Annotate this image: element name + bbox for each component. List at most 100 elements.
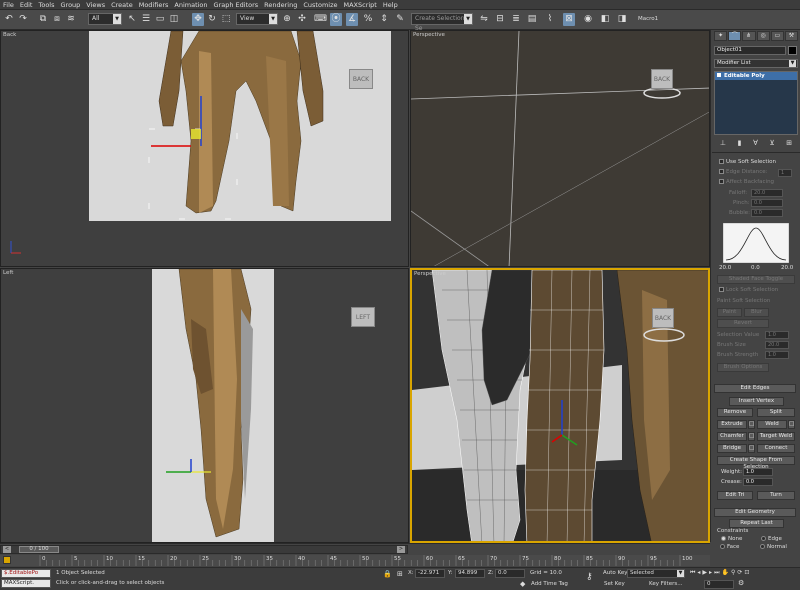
- render-frame-icon[interactable]: ◨: [616, 13, 628, 26]
- shaded-face-toggle-button[interactable]: Shaded Face Toggle: [717, 275, 795, 284]
- menu-tools[interactable]: Tools: [35, 0, 57, 10]
- viewport-label[interactable]: Back: [3, 32, 16, 38]
- menu-customize[interactable]: Customize: [300, 0, 340, 10]
- extrude-button[interactable]: Extrude: [717, 420, 747, 429]
- viewport-left[interactable]: Left LEFT: [0, 268, 409, 543]
- maxscript-output[interactable]: MAXScript.: [1, 579, 51, 588]
- unlink-icon[interactable]: ⧈: [51, 13, 63, 26]
- viewport-label[interactable]: Left: [3, 270, 13, 276]
- lock-soft-selection-checkbox[interactable]: Lock Soft Selection: [719, 287, 778, 293]
- brush-strength-spinner[interactable]: 1.0: [765, 351, 789, 359]
- set-key-button[interactable]: Set Key: [604, 581, 625, 587]
- lock-selection-icon[interactable]: 🔒: [383, 570, 392, 578]
- menu-file[interactable]: File: [0, 0, 17, 10]
- select-by-name-icon[interactable]: ☰: [140, 13, 152, 26]
- utilities-tab-icon[interactable]: ⚒: [784, 31, 799, 41]
- menu-animation[interactable]: Animation: [171, 0, 210, 10]
- rectangular-selection-icon[interactable]: ▭: [154, 13, 166, 26]
- previous-frame-icon[interactable]: ◂: [697, 569, 700, 578]
- pan-icon[interactable]: ✋: [721, 569, 728, 578]
- use-soft-selection-checkbox[interactable]: Use Soft Selection: [719, 159, 776, 165]
- menu-help[interactable]: Help: [380, 0, 401, 10]
- align-icon[interactable]: ⊟: [494, 13, 506, 26]
- reference-coordinate-dropdown[interactable]: View ▼: [236, 13, 278, 25]
- viewport-back[interactable]: Back BACK: [0, 30, 409, 267]
- add-time-tag-button[interactable]: Add Time Tag: [531, 581, 568, 587]
- percent-snap-icon[interactable]: %: [362, 13, 374, 26]
- blur-button[interactable]: Blur: [744, 308, 769, 317]
- frame-display[interactable]: 0 / 100: [19, 546, 59, 553]
- falloff-spinner[interactable]: 20.0: [751, 189, 783, 197]
- material-editor-icon[interactable]: ◉: [582, 13, 594, 26]
- edit-named-selection-icon[interactable]: ✎: [394, 13, 406, 26]
- curve-editor-icon[interactable]: ⌇: [544, 13, 556, 26]
- viewcube[interactable]: LEFT: [351, 307, 375, 327]
- stack-item-editable-poly[interactable]: Editable Poly: [715, 72, 797, 80]
- x-coordinate-field[interactable]: -22.971: [415, 569, 445, 578]
- mini-listener-input[interactable]: $.EditablePo: [1, 569, 51, 578]
- viewport-perspective-active[interactable]: Perspective BACK: [410, 268, 710, 543]
- weight-spinner[interactable]: 1.0: [743, 468, 773, 476]
- named-selection-set-dropdown[interactable]: Create Selection Se ▼: [411, 13, 473, 32]
- menu-rendering[interactable]: Rendering: [261, 0, 300, 10]
- zoom-icon[interactable]: ⚲: [731, 569, 735, 578]
- make-unique-icon[interactable]: ∀: [753, 139, 758, 147]
- viewport-label[interactable]: Perspective: [413, 32, 445, 38]
- slider-right-icon[interactable]: >: [397, 546, 405, 553]
- chamfer-button[interactable]: Chamfer: [717, 432, 747, 441]
- layer-manager-icon[interactable]: ≣: [510, 13, 522, 26]
- time-slider[interactable]: < 0 / 100 >: [0, 545, 408, 554]
- y-coordinate-field[interactable]: 94.899: [455, 569, 485, 578]
- create-shape-button[interactable]: Create Shape From Selection: [717, 456, 795, 470]
- hierarchy-tab-icon[interactable]: ⋔: [742, 31, 756, 41]
- viewcube[interactable]: BACK: [651, 69, 673, 89]
- manipulate-icon[interactable]: ✣: [296, 13, 308, 26]
- pinch-spinner[interactable]: 0.0: [751, 199, 783, 207]
- bridge-settings-button[interactable]: □: [748, 444, 755, 453]
- pivot-center-icon[interactable]: ⊕: [281, 13, 293, 26]
- render-setup-icon[interactable]: ◧: [599, 13, 611, 26]
- brush-options-button[interactable]: Brush Options: [717, 363, 769, 372]
- remove-button[interactable]: Remove: [717, 408, 753, 417]
- play-icon[interactable]: ▶: [702, 569, 707, 578]
- menu-maxscript[interactable]: MAXScript: [341, 0, 380, 10]
- object-color-swatch[interactable]: [788, 46, 797, 55]
- schematic-view-icon[interactable]: ⊠: [563, 13, 575, 26]
- redo-icon[interactable]: ↷: [17, 13, 29, 26]
- modify-tab-icon[interactable]: ⌒: [728, 31, 742, 41]
- connect-button[interactable]: Connect: [757, 444, 795, 453]
- pin-stack-icon[interactable]: ⊥: [720, 139, 726, 147]
- go-to-start-icon[interactable]: ⏮: [690, 569, 695, 578]
- create-tab-icon[interactable]: ✦: [714, 31, 728, 41]
- brush-size-spinner[interactable]: 20.0: [765, 341, 789, 349]
- window-crossing-icon[interactable]: ◫: [168, 13, 180, 26]
- edit-tri-button[interactable]: Edit Tri: [717, 491, 753, 500]
- modifier-list-dropdown[interactable]: Modifier List ▼: [714, 59, 798, 68]
- slider-left-icon[interactable]: <: [3, 546, 11, 553]
- insert-vertex-button[interactable]: Insert Vertex: [729, 397, 784, 406]
- configure-sets-icon[interactable]: ⊞: [786, 139, 792, 147]
- spinner-snap-icon[interactable]: ⇕: [378, 13, 390, 26]
- constraint-face-radio[interactable]: Face: [720, 544, 739, 550]
- viewcube[interactable]: BACK: [349, 69, 373, 89]
- maximize-toggle-icon[interactable]: ⊡: [744, 569, 749, 578]
- bridge-button[interactable]: Bridge: [717, 444, 747, 453]
- auto-key-selection-dropdown[interactable]: Selected ▼: [627, 569, 685, 578]
- motion-tab-icon[interactable]: ◎: [756, 31, 770, 41]
- track-bar[interactable]: 0 5 10 15 20 25 30 35 40 45 50 55 60 65 70 75 80 85 90 95 10…: [0, 555, 710, 566]
- display-tab-icon[interactable]: ▭: [770, 31, 784, 41]
- weld-button[interactable]: Weld: [757, 420, 787, 429]
- graphite-ribbon-icon[interactable]: ▤: [526, 13, 538, 26]
- time-configuration-icon[interactable]: ⚙: [738, 579, 744, 587]
- target-weld-button[interactable]: Target Weld: [757, 432, 795, 441]
- absolute-mode-icon[interactable]: ⊞: [397, 570, 403, 578]
- menu-modifiers[interactable]: Modifiers: [136, 0, 172, 10]
- edit-edges-rollout[interactable]: Edit Edges: [714, 384, 796, 393]
- paint-button[interactable]: Paint: [717, 308, 742, 317]
- menu-graph-editors[interactable]: Graph Editors: [211, 0, 262, 10]
- modifier-stack[interactable]: Editable Poly: [714, 71, 798, 135]
- menu-views[interactable]: Views: [83, 0, 108, 10]
- chamfer-settings-button[interactable]: □: [748, 432, 755, 441]
- split-button[interactable]: Split: [757, 408, 795, 417]
- macro-label[interactable]: Macro1: [638, 16, 658, 22]
